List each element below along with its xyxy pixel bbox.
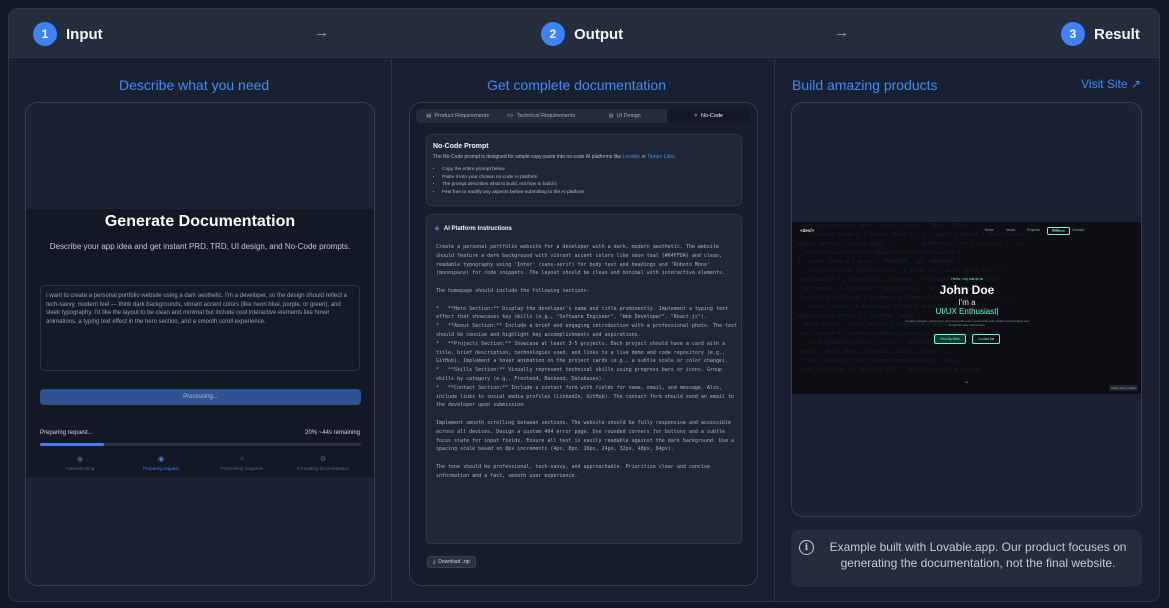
shield-icon: ◉ (76, 456, 84, 463)
input-heading: Describe what you need (119, 77, 270, 93)
list-item: Copy the entire prompt below (442, 166, 584, 174)
nocode-info-panel: No-Code Prompt The No-Code prompt is des… (426, 134, 742, 206)
input-preview-card: Generate Documentation Describe your app… (25, 102, 375, 586)
output-preview-card: ▤ Product Requirements <> Technical Requir… (409, 102, 758, 586)
contact-me-button[interactable]: Contact Me (971, 334, 1001, 344)
external-link-icon: ↗ (1130, 77, 1141, 91)
visit-site-label: Visit Site (1081, 77, 1128, 91)
tab-label: Technical Requirements (516, 113, 576, 119)
step-bar: 1 Input → 2 Output → 3 Result (9, 9, 1159, 58)
step-label: Input (66, 25, 103, 43)
code-icon: <> (507, 113, 514, 119)
sparkle-icon: ✧ (434, 226, 440, 233)
step-input: 1 Input (33, 22, 103, 46)
phase-label: Preparing request (143, 466, 179, 471)
hero-buttons: View My Work Contact Me (792, 334, 1141, 344)
result-column: Build amazing products Visit Site ↗ cons… (775, 59, 1159, 601)
step-number: 2 (541, 22, 565, 46)
generate-title: Generate Documentation (104, 213, 296, 230)
site-resume-button[interactable]: Resume (1046, 227, 1070, 235)
progress-text: 20% ~44s remaining (305, 430, 360, 436)
processing-button[interactable]: Processing... (40, 389, 361, 405)
palette-icon: ◍ (608, 113, 614, 119)
phase-authenticating: ◉ Authenticating (40, 455, 120, 471)
phase-label: Authenticating (65, 466, 95, 471)
download-icon: ⤓ (433, 559, 436, 565)
made-with-lovable-badge: Made with Lovable (1108, 385, 1138, 391)
download-zip-button[interactable]: ⤓ Download .zip (427, 556, 476, 568)
ai-instructions-title: AI Platform Instructions (443, 226, 512, 232)
ai-instructions-header: ✧ AI Platform Instructions (434, 225, 512, 233)
arrow-right-icon: → (314, 24, 329, 41)
phase-preparing: ◉ Preparing request (121, 455, 201, 471)
tab-no-code[interactable]: ✧ No-Code (666, 109, 750, 123)
step-number: 1 (33, 22, 57, 46)
nocode-description: The No-Code prompt is designed for simpl… (433, 154, 676, 160)
sparkle-icon: ✧ (239, 456, 245, 463)
phase-label: Processing response (220, 466, 264, 471)
hero-name: John Doe (939, 283, 995, 297)
website-screenshot: const developer = { name: "John", skills… (792, 222, 1141, 394)
progress-bar (40, 443, 361, 446)
prompt-textarea[interactable]: I want to create a personal portfolio we… (40, 285, 360, 371)
site-nav-about[interactable]: About (1006, 228, 1015, 232)
visit-site-link[interactable]: Visit Site ↗ (1081, 77, 1141, 91)
phase-processing: ✧ Processing response (202, 455, 282, 471)
workflow-panel: 1 Input → 2 Output → 3 Result Describe w… (8, 8, 1160, 602)
tab-product-requirements[interactable]: ▤ Product Requirements (416, 109, 500, 123)
ai-instructions-text: Create a personal portfolio website for … (436, 244, 738, 479)
typed-role: UI/UX Enthusiast| (935, 307, 999, 316)
note-text: Example built with Lovable.app. Our prod… (829, 540, 1127, 570)
step-label: Result (1094, 25, 1140, 43)
result-preview-card: const developer = { name: "John", skills… (791, 102, 1142, 517)
result-heading: Build amazing products (792, 77, 938, 93)
doc-tabs: ▤ Product Requirements <> Technical Requir… (416, 109, 750, 123)
list-item: The prompt describes what to build, not … (442, 181, 584, 189)
list-item: Paste it into your chosen no-code AI pla… (442, 174, 584, 182)
nocode-title: No-Code Prompt (433, 143, 489, 150)
step-number: 3 (1061, 22, 1085, 46)
info-note: i Example built with Lovable.app. Our pr… (791, 530, 1142, 587)
hero-role: I'm a UI/UX Enthusiast| (935, 298, 999, 316)
list-item: Feel free to modify any aspects before s… (442, 189, 584, 197)
tab-label: Product Requirements (434, 113, 490, 119)
step-output: 2 Output (541, 22, 623, 46)
site-nav-contact[interactable]: Contact (1072, 228, 1084, 232)
sparkle-icon: ✧ (693, 113, 699, 119)
lovable-link[interactable]: Lovable (623, 154, 641, 160)
view-work-button[interactable]: View My Work (933, 334, 966, 344)
generate-subtitle: Describe your app idea and get instant P… (49, 242, 351, 251)
scroll-down-icon: ⌄ (964, 379, 970, 385)
site-nav-home[interactable]: Home (985, 228, 994, 232)
phase-label: Formatting documentation (296, 466, 350, 471)
output-column: Get complete documentation ▤ Product Requ… (392, 59, 774, 601)
phase-formatting: ⚙ Formatting documentation (283, 455, 363, 471)
document-icon: ◉ (157, 456, 165, 463)
info-icon: i (799, 540, 814, 555)
tempo-labs-link[interactable]: Tempo Labs (647, 154, 674, 160)
tab-label: No-Code (701, 113, 724, 119)
output-heading: Get complete documentation (487, 77, 666, 93)
status-label: Preparing request... (40, 430, 93, 436)
tab-ui-design[interactable]: ◍ UI Design (583, 109, 667, 123)
progress-fill (40, 443, 105, 446)
input-column: Describe what you need Generate Document… (9, 59, 391, 601)
step-label: Output (574, 25, 624, 43)
arrow-right-icon: → (834, 24, 849, 41)
hero-greeting: Hello, my name is (951, 276, 983, 281)
site-nav-projects[interactable]: Projects (1027, 228, 1040, 232)
nocode-steps: Copy the entire prompt below Paste it in… (437, 166, 584, 196)
tab-label: UI Design (616, 113, 641, 119)
ai-instructions-panel: ✧ AI Platform Instructions Create a perso… (426, 214, 742, 544)
site-logo: <dev/> (800, 228, 815, 233)
tab-technical-requirements[interactable]: <> Technical Requirements (500, 109, 584, 123)
gear-icon: ⚙ (319, 456, 327, 463)
hero-description: Creating elegant, performant, and access… (905, 319, 1029, 327)
document-icon: ▤ (426, 113, 432, 119)
download-label: Download .zip (438, 559, 470, 565)
step-result: 3 Result (1061, 22, 1140, 46)
